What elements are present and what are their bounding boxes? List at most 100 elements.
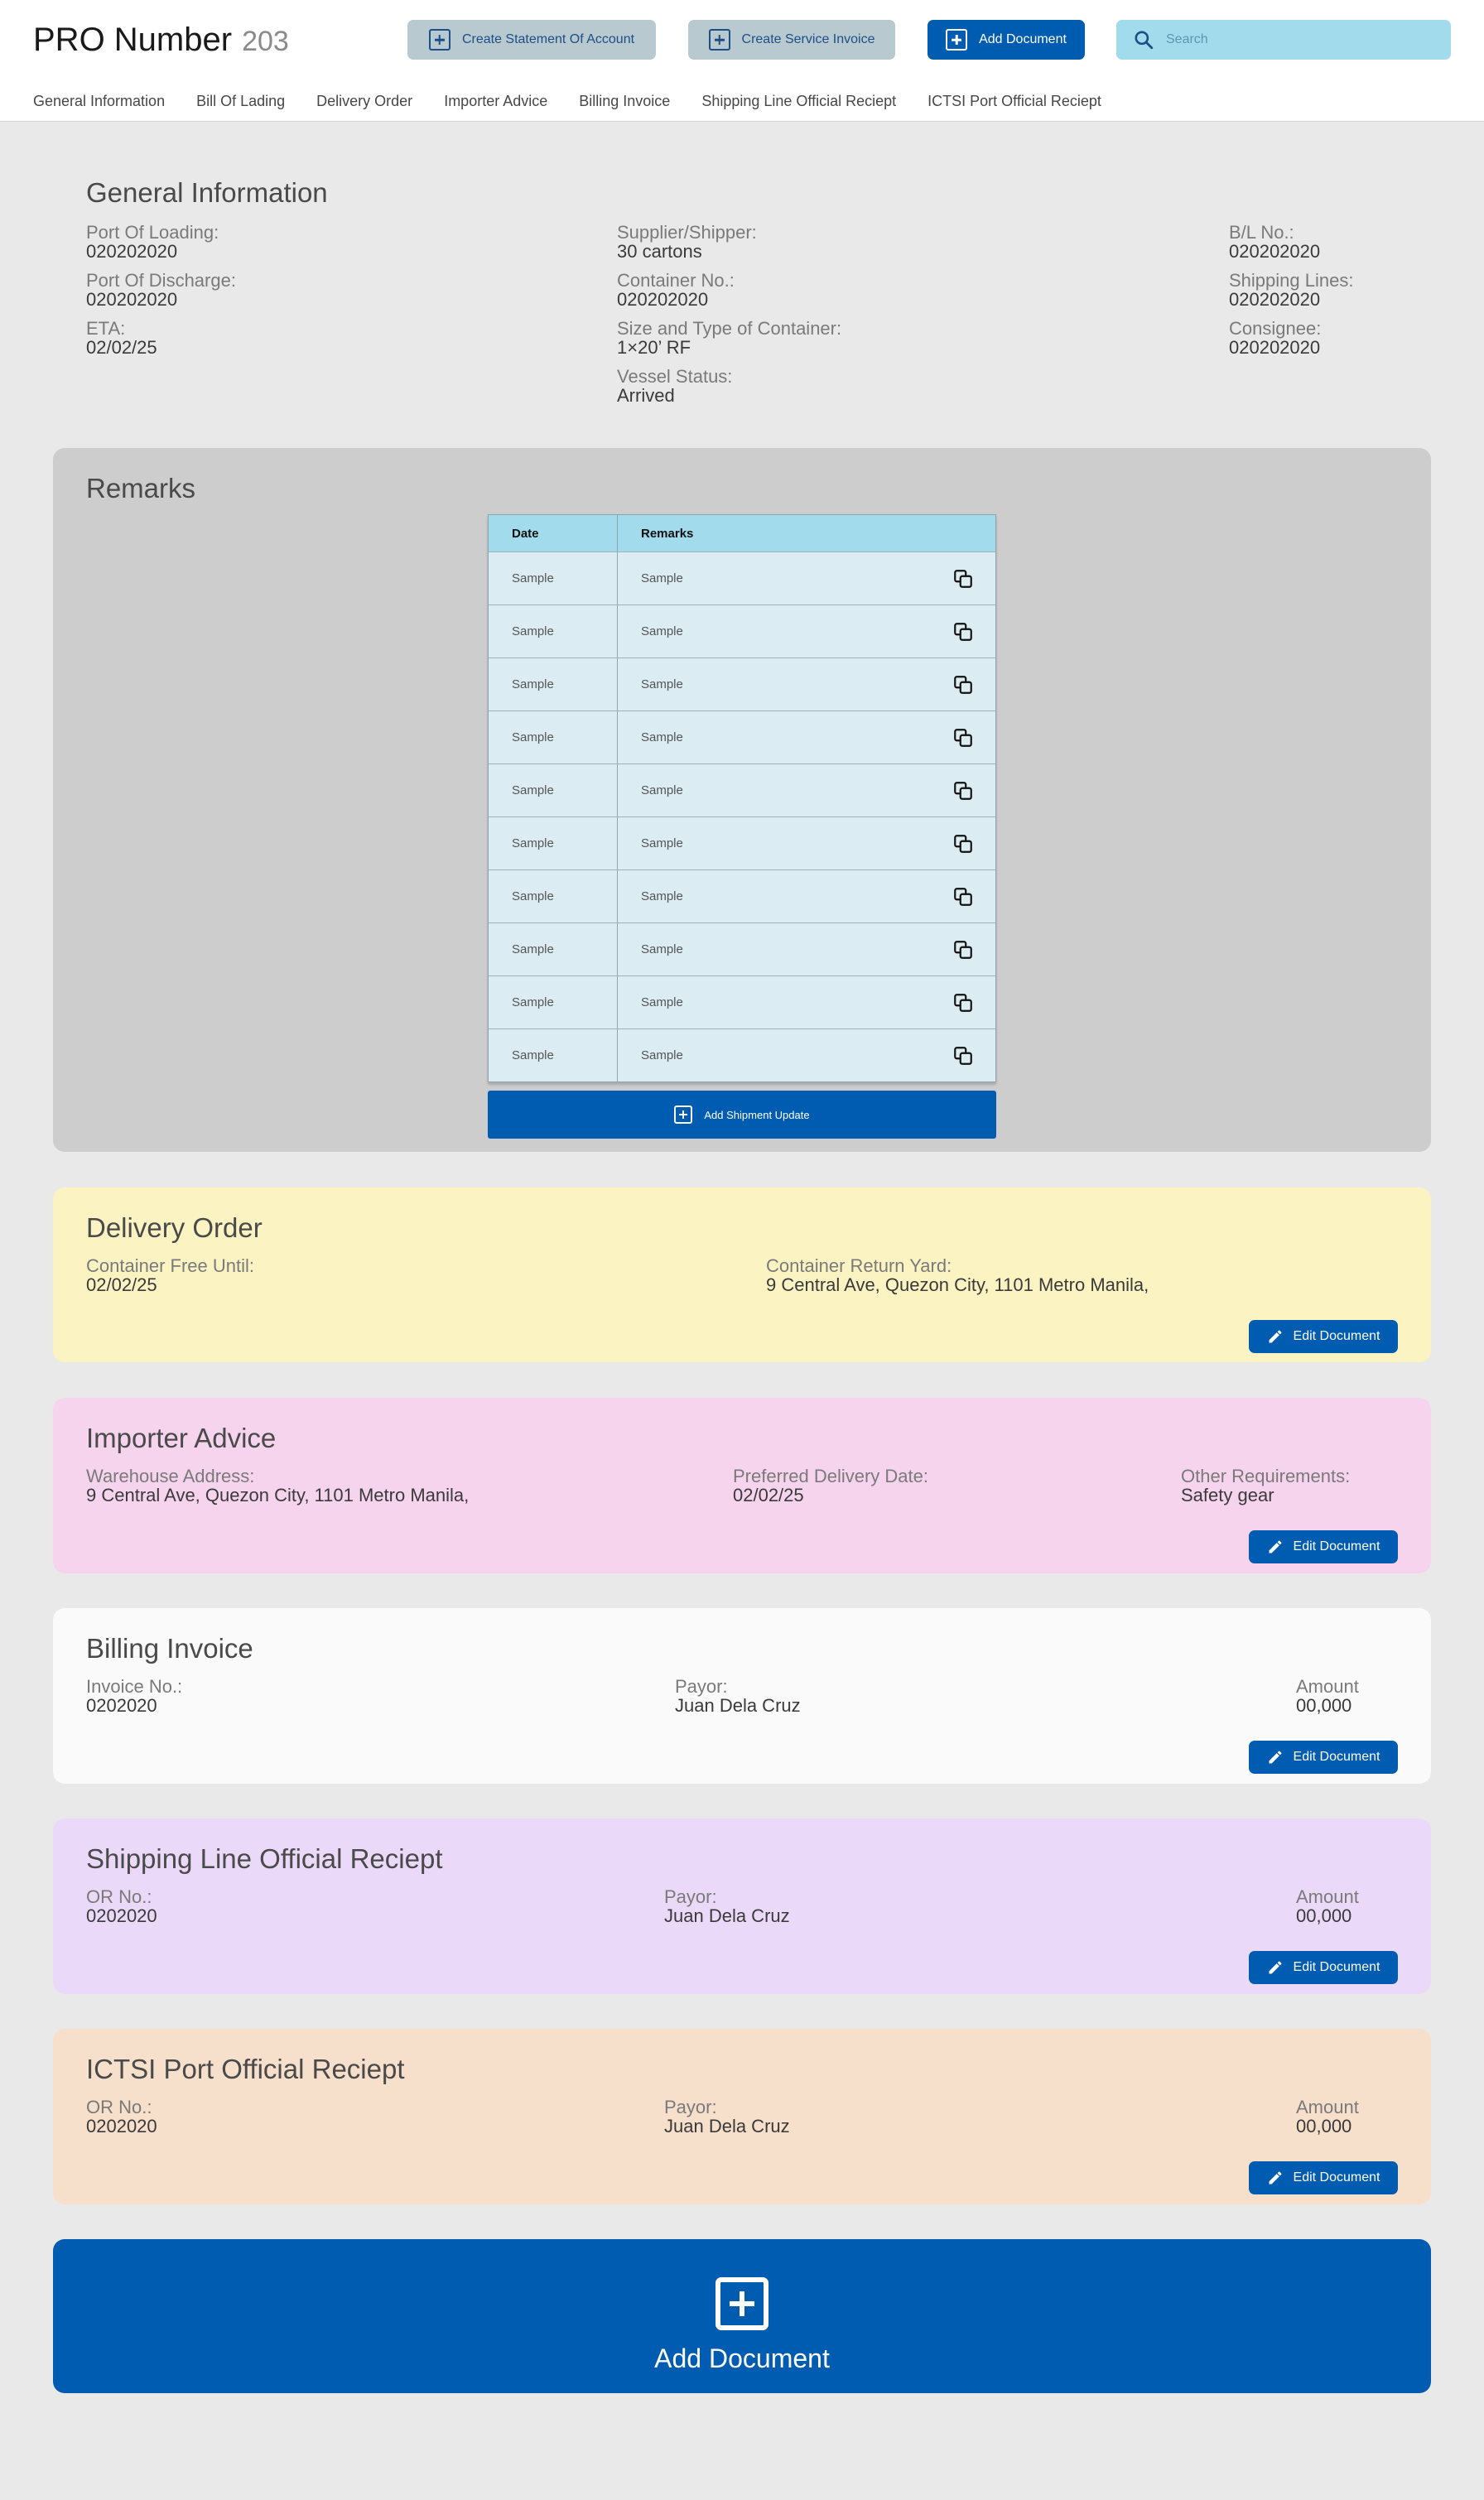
search-input[interactable]: [1166, 32, 1431, 47]
payor-field: Payor: Juan Dela Cruz: [664, 2098, 790, 2136]
copy-icon[interactable]: [952, 1045, 974, 1067]
copy-icon[interactable]: [952, 833, 974, 855]
add-document-label: Add Document: [979, 32, 1067, 46]
date-cell: Sample: [489, 658, 618, 711]
section-title: Billing Invoice: [86, 1633, 253, 1664]
container-no-field: Container No.: 020202020: [617, 271, 735, 309]
bl-no-field: B/L No.: 020202020: [1229, 223, 1320, 261]
field-value: Arrived: [617, 385, 675, 406]
field-value: 9 Central Ave, Quezon City, 1101 Metro M…: [766, 1274, 1149, 1295]
table-row: Sample Sample: [489, 658, 995, 711]
amount-field: Amount 00,000: [1296, 1887, 1359, 1925]
date-cell: Sample: [489, 923, 618, 975]
remarks-cell-text: Sample: [641, 995, 683, 1009]
copy-icon[interactable]: [952, 568, 974, 590]
page-title: PRO Number 203: [33, 22, 289, 59]
field-label: Container No.:: [617, 270, 735, 291]
edit-document-label: Edit Document: [1293, 2170, 1380, 2184]
date-cell: Sample: [489, 976, 618, 1028]
copy-icon[interactable]: [952, 992, 974, 1014]
tab-billing-invoice[interactable]: Billing Invoice: [579, 93, 670, 110]
field-value: 020202020: [86, 241, 178, 262]
search-bar[interactable]: [1116, 20, 1451, 60]
field-value: 00,000: [1296, 1905, 1352, 1926]
field-label: Preferred Delivery Date:: [733, 1466, 928, 1486]
copy-icon[interactable]: [952, 621, 974, 643]
copy-icon[interactable]: [952, 727, 974, 749]
remarks-cell-text: Sample: [641, 571, 683, 585]
supplier-shipper-field: Supplier/Shipper: 30 cartons: [617, 223, 757, 261]
tab-delivery-order[interactable]: Delivery Order: [316, 93, 412, 110]
section-title: ICTSI Port Official Reciept: [86, 2054, 405, 2084]
plus-square-icon: [674, 1105, 693, 1124]
remarks-cell: Sample: [618, 605, 995, 658]
date-cell: Sample: [489, 1029, 618, 1081]
field-value: 00,000: [1296, 2116, 1352, 2136]
create-statement-of-account-label: Create Statement Of Account: [461, 32, 635, 46]
edit-document-button[interactable]: Edit Document: [1249, 2161, 1398, 2194]
pencil-icon: [1269, 1330, 1282, 1343]
tab-importer-advice[interactable]: Importer Advice: [444, 93, 547, 110]
table-row: Sample Sample: [489, 869, 995, 922]
warehouse-address-field: Warehouse Address: 9 Central Ave, Quezon…: [86, 1467, 469, 1505]
field-label: Amount: [1296, 1676, 1359, 1697]
field-value: 30 cartons: [617, 241, 702, 262]
tab-general-information[interactable]: General Information: [33, 93, 165, 110]
payor-field: Payor: Juan Dela Cruz: [664, 1887, 790, 1925]
payor-field: Payor: Juan Dela Cruz: [675, 1677, 801, 1715]
field-value: 020202020: [1229, 337, 1321, 358]
table-row: Sample Sample: [489, 552, 995, 605]
create-service-invoice-button[interactable]: Create Service Invoice: [688, 20, 895, 60]
remarks-cell: Sample: [618, 764, 995, 816]
field-label: Payor:: [664, 2097, 717, 2117]
edit-document-button[interactable]: Edit Document: [1249, 1530, 1398, 1563]
field-label: Container Free Until:: [86, 1255, 254, 1276]
ictsi-port-official-receipt-card: ICTSI Port Official Reciept OR No.: 0202…: [53, 2029, 1431, 2204]
create-statement-of-account-button[interactable]: Create Statement Of Account: [407, 20, 656, 60]
add-shipment-update-label: Add Shipment Update: [704, 1108, 810, 1121]
table-header: Date Remarks: [489, 515, 995, 552]
remarks-cell: Sample: [618, 711, 995, 763]
edit-document-button[interactable]: Edit Document: [1249, 1320, 1398, 1353]
table-row: Sample Sample: [489, 922, 995, 975]
field-label: Invoice No.:: [86, 1676, 183, 1697]
field-label: Amount: [1296, 1886, 1359, 1907]
container-size-type-field: Size and Type of Container: 1×20’ RF: [617, 319, 841, 357]
date-cell: Sample: [489, 817, 618, 869]
field-label: Port Of Loading:: [86, 222, 219, 243]
plus-square-icon: [716, 2277, 768, 2330]
add-shipment-update-button[interactable]: Add Shipment Update: [488, 1091, 996, 1139]
field-value: 00,000: [1296, 1695, 1352, 1716]
remarks-cell-text: Sample: [641, 677, 683, 691]
copy-icon[interactable]: [952, 939, 974, 961]
date-cell: Sample: [489, 764, 618, 816]
amount-field: Amount 00,000: [1296, 2098, 1359, 2136]
field-value: 1×20’ RF: [617, 337, 691, 358]
pro-number: 203: [242, 26, 289, 57]
field-label: Payor:: [664, 1886, 717, 1907]
add-document-large-button[interactable]: Add Document: [53, 2239, 1431, 2393]
tab-bill-of-lading[interactable]: Bill Of Lading: [196, 93, 285, 110]
remarks-cell-text: Sample: [641, 1048, 683, 1062]
table-row: Sample Sample: [489, 711, 995, 763]
copy-icon[interactable]: [952, 780, 974, 802]
importer-advice-card: Importer Advice Warehouse Address: 9 Cen…: [53, 1398, 1431, 1573]
shipping-lines-field: Shipping Lines: 020202020: [1229, 271, 1353, 309]
remarks-cell-text: Sample: [641, 889, 683, 903]
field-label: Size and Type of Container:: [617, 318, 842, 339]
edit-document-button[interactable]: Edit Document: [1249, 1741, 1398, 1774]
remarks-cell-text: Sample: [641, 624, 683, 638]
field-value: Juan Dela Cruz: [675, 1695, 801, 1716]
section-title: Remarks: [86, 473, 196, 503]
eta-field: ETA: 02/02/25: [86, 319, 157, 357]
field-label: Amount: [1296, 2097, 1359, 2117]
tab-ictsi-port-official-receipt[interactable]: ICTSI Port Official Reciept: [928, 93, 1101, 110]
section-title: Delivery Order: [86, 1212, 263, 1243]
copy-icon[interactable]: [952, 674, 974, 696]
field-label: Shipping Lines:: [1229, 270, 1354, 291]
edit-document-button[interactable]: Edit Document: [1249, 1951, 1398, 1984]
add-document-button[interactable]: Add Document: [928, 20, 1085, 60]
tab-shipping-line-official-receipt[interactable]: Shipping Line Official Reciept: [701, 93, 896, 110]
copy-icon[interactable]: [952, 886, 974, 908]
field-value: Juan Dela Cruz: [664, 1905, 790, 1926]
